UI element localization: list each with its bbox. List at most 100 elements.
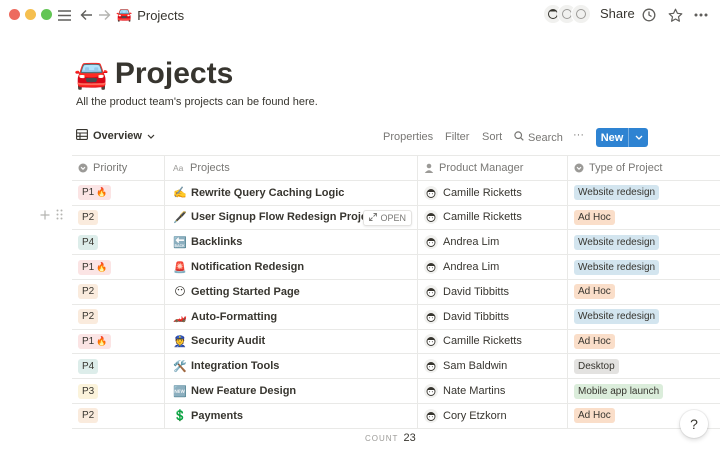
add-row-icon[interactable] bbox=[40, 207, 50, 225]
table-row[interactable]: P2 🖋️ User Signup Flow Redesign Project OPE… bbox=[72, 205, 720, 231]
project-cell[interactable]: 👮 Security Audit bbox=[165, 329, 418, 354]
filter-button[interactable]: Filter bbox=[445, 131, 469, 143]
manager-cell[interactable]: Camille Ricketts bbox=[418, 205, 568, 230]
priority-cell[interactable]: P2 bbox=[72, 403, 165, 428]
more-view-options-button[interactable]: ··· bbox=[573, 129, 584, 141]
project-cell[interactable]: 🖋️ User Signup Flow Redesign Project OPEN bbox=[165, 205, 418, 230]
manager-cell[interactable]: Andrea Lim bbox=[418, 255, 568, 279]
page-title: 🚘 Projects bbox=[74, 54, 233, 94]
table-row[interactable]: P4 🛠️ Integration Tools Sam Baldwin Desktop bbox=[72, 354, 720, 380]
manager-cell[interactable]: Camille Ricketts bbox=[418, 180, 568, 205]
type-cell[interactable]: Ad Hoc bbox=[568, 330, 720, 354]
project-cell[interactable]: 🛠️ Integration Tools bbox=[165, 354, 418, 379]
project-name[interactable]: Notification Redesign bbox=[191, 261, 304, 273]
manager-cell[interactable]: Cory Etzkorn bbox=[418, 403, 568, 428]
sidebar-menu-icon[interactable] bbox=[56, 5, 72, 25]
project-name[interactable]: Payments bbox=[191, 410, 243, 422]
project-cell[interactable]: 🏎️ Auto-Formatting bbox=[165, 304, 418, 329]
table-row[interactable]: P3 🆕 New Feature Design Nate Martins Mobile … bbox=[72, 379, 720, 404]
open-page-button[interactable]: OPEN bbox=[363, 209, 412, 226]
project-name[interactable]: Auto-Formatting bbox=[191, 311, 277, 323]
manager-cell[interactable]: Andrea Lim bbox=[418, 230, 568, 255]
type-cell[interactable]: Desktop bbox=[568, 354, 720, 378]
maximize-window-button[interactable] bbox=[41, 9, 52, 20]
forward-arrow-icon[interactable] bbox=[96, 5, 112, 25]
type-cell[interactable]: Website redesign bbox=[568, 230, 720, 254]
project-name[interactable]: Rewrite Query Caching Logic bbox=[191, 187, 344, 199]
more-options-icon[interactable] bbox=[692, 5, 710, 25]
table-row[interactable]: P4 🔙 Backlinks Andrea Lim Website redesign bbox=[72, 230, 720, 256]
priority-cell[interactable]: P2 bbox=[72, 205, 165, 230]
back-arrow-icon[interactable] bbox=[78, 5, 94, 25]
close-window-button[interactable] bbox=[9, 9, 20, 20]
priority-cell[interactable]: P2 bbox=[72, 304, 165, 329]
database-view-bar: Overview Properties Filter Sort Search ·… bbox=[72, 127, 648, 148]
project-name[interactable]: Getting Started Page bbox=[191, 286, 300, 298]
help-button[interactable]: ? bbox=[680, 410, 708, 438]
project-emoji-icon: 🚨 bbox=[173, 261, 187, 274]
manager-cell[interactable]: Nate Martins bbox=[418, 379, 568, 403]
table-row[interactable]: P2 💲 Payments Cory Etzkorn Ad Hoc bbox=[72, 403, 720, 429]
table-row[interactable]: P2 😶 Getting Started Page David Tibbitts Ad … bbox=[72, 279, 720, 305]
project-name[interactable]: Backlinks bbox=[191, 236, 242, 248]
history-clock-icon[interactable] bbox=[640, 5, 658, 25]
new-button[interactable]: New bbox=[596, 128, 628, 147]
priority-tag: P2 bbox=[78, 209, 99, 225]
share-button[interactable]: Share bbox=[600, 6, 635, 21]
priority-cell[interactable]: P3 bbox=[72, 379, 165, 403]
priority-cell[interactable]: P1 🔥 bbox=[72, 180, 165, 205]
type-cell[interactable]: Website redesign bbox=[568, 255, 720, 279]
table-row[interactable]: P2 🏎️ Auto-Formatting David Tibbitts Website… bbox=[72, 304, 720, 330]
priority-cell[interactable]: P1 🔥 bbox=[72, 255, 165, 279]
priority-cell[interactable]: P4 bbox=[72, 354, 165, 379]
type-cell[interactable]: Mobile app launch bbox=[568, 379, 720, 403]
project-cell[interactable]: 😶 Getting Started Page bbox=[165, 279, 418, 304]
type-cell[interactable]: Website redesign bbox=[568, 305, 720, 329]
collaborator-avatars[interactable] bbox=[543, 4, 591, 26]
project-name[interactable]: Security Audit bbox=[191, 335, 265, 347]
project-cell[interactable]: ✍️ Rewrite Query Caching Logic bbox=[165, 180, 418, 205]
priority-cell[interactable]: P4 bbox=[72, 230, 165, 255]
search-button[interactable]: Search bbox=[514, 131, 563, 144]
person-avatar-icon bbox=[424, 408, 438, 423]
breadcrumb-title: Projects bbox=[137, 7, 185, 23]
project-name[interactable]: Integration Tools bbox=[191, 360, 279, 372]
minimize-window-button[interactable] bbox=[25, 9, 36, 20]
manager-cell[interactable]: Camille Ricketts bbox=[418, 329, 568, 354]
project-cell[interactable]: 🔙 Backlinks bbox=[165, 230, 418, 255]
column-header-type[interactable]: Type of Project bbox=[568, 156, 720, 180]
person-avatar-icon bbox=[424, 210, 438, 225]
manager-cell[interactable]: Sam Baldwin bbox=[418, 354, 568, 379]
table-row[interactable]: P1 🔥 👮 Security Audit Camille Ricketts Ad Hoc bbox=[72, 329, 720, 355]
priority-tag: P1 🔥 bbox=[78, 259, 112, 275]
project-cell[interactable]: 💲 Payments bbox=[165, 403, 418, 428]
properties-button[interactable]: Properties bbox=[383, 131, 433, 143]
type-cell[interactable]: Ad Hoc bbox=[568, 206, 720, 230]
table-row[interactable]: P1 🔥 ✍️ Rewrite Query Caching Logic Camille … bbox=[72, 180, 720, 206]
type-cell[interactable]: Website redesign bbox=[568, 181, 720, 205]
project-name[interactable]: New Feature Design bbox=[191, 385, 296, 397]
fire-icon: 🔥 bbox=[96, 187, 108, 198]
project-name[interactable]: User Signup Flow Redesign Project bbox=[191, 211, 377, 223]
breadcrumb[interactable]: 🚘 Projects bbox=[116, 6, 184, 24]
type-cell[interactable]: Ad Hoc bbox=[568, 280, 720, 304]
column-header-manager[interactable]: Product Manager bbox=[418, 156, 568, 180]
priority-cell[interactable]: P1 🔥 bbox=[72, 329, 165, 354]
priority-label: P3 bbox=[82, 385, 95, 397]
table-body: P1 🔥 ✍️ Rewrite Query Caching Logic Camille … bbox=[72, 180, 720, 429]
priority-cell[interactable]: P2 bbox=[72, 279, 165, 304]
drag-handle-icon[interactable] bbox=[56, 207, 63, 225]
column-header-priority[interactable]: Priority bbox=[72, 156, 165, 180]
project-emoji-icon: 👮 bbox=[173, 335, 187, 348]
manager-cell[interactable]: David Tibbitts bbox=[418, 279, 568, 304]
manager-cell[interactable]: David Tibbitts bbox=[418, 304, 568, 329]
favorite-star-icon[interactable] bbox=[666, 5, 684, 25]
new-template-dropdown[interactable] bbox=[629, 128, 648, 147]
view-selector[interactable]: Overview bbox=[76, 129, 155, 143]
project-cell[interactable]: 🚨 Notification Redesign bbox=[165, 255, 418, 279]
project-cell[interactable]: 🆕 New Feature Design bbox=[165, 379, 418, 403]
table-row[interactable]: P1 🔥 🚨 Notification Redesign Andrea Lim Websi… bbox=[72, 255, 720, 280]
manager-name: Camille Ricketts bbox=[443, 335, 522, 348]
sort-button[interactable]: Sort bbox=[482, 131, 502, 143]
column-header-projects[interactable]: Aa Projects bbox=[165, 156, 418, 180]
